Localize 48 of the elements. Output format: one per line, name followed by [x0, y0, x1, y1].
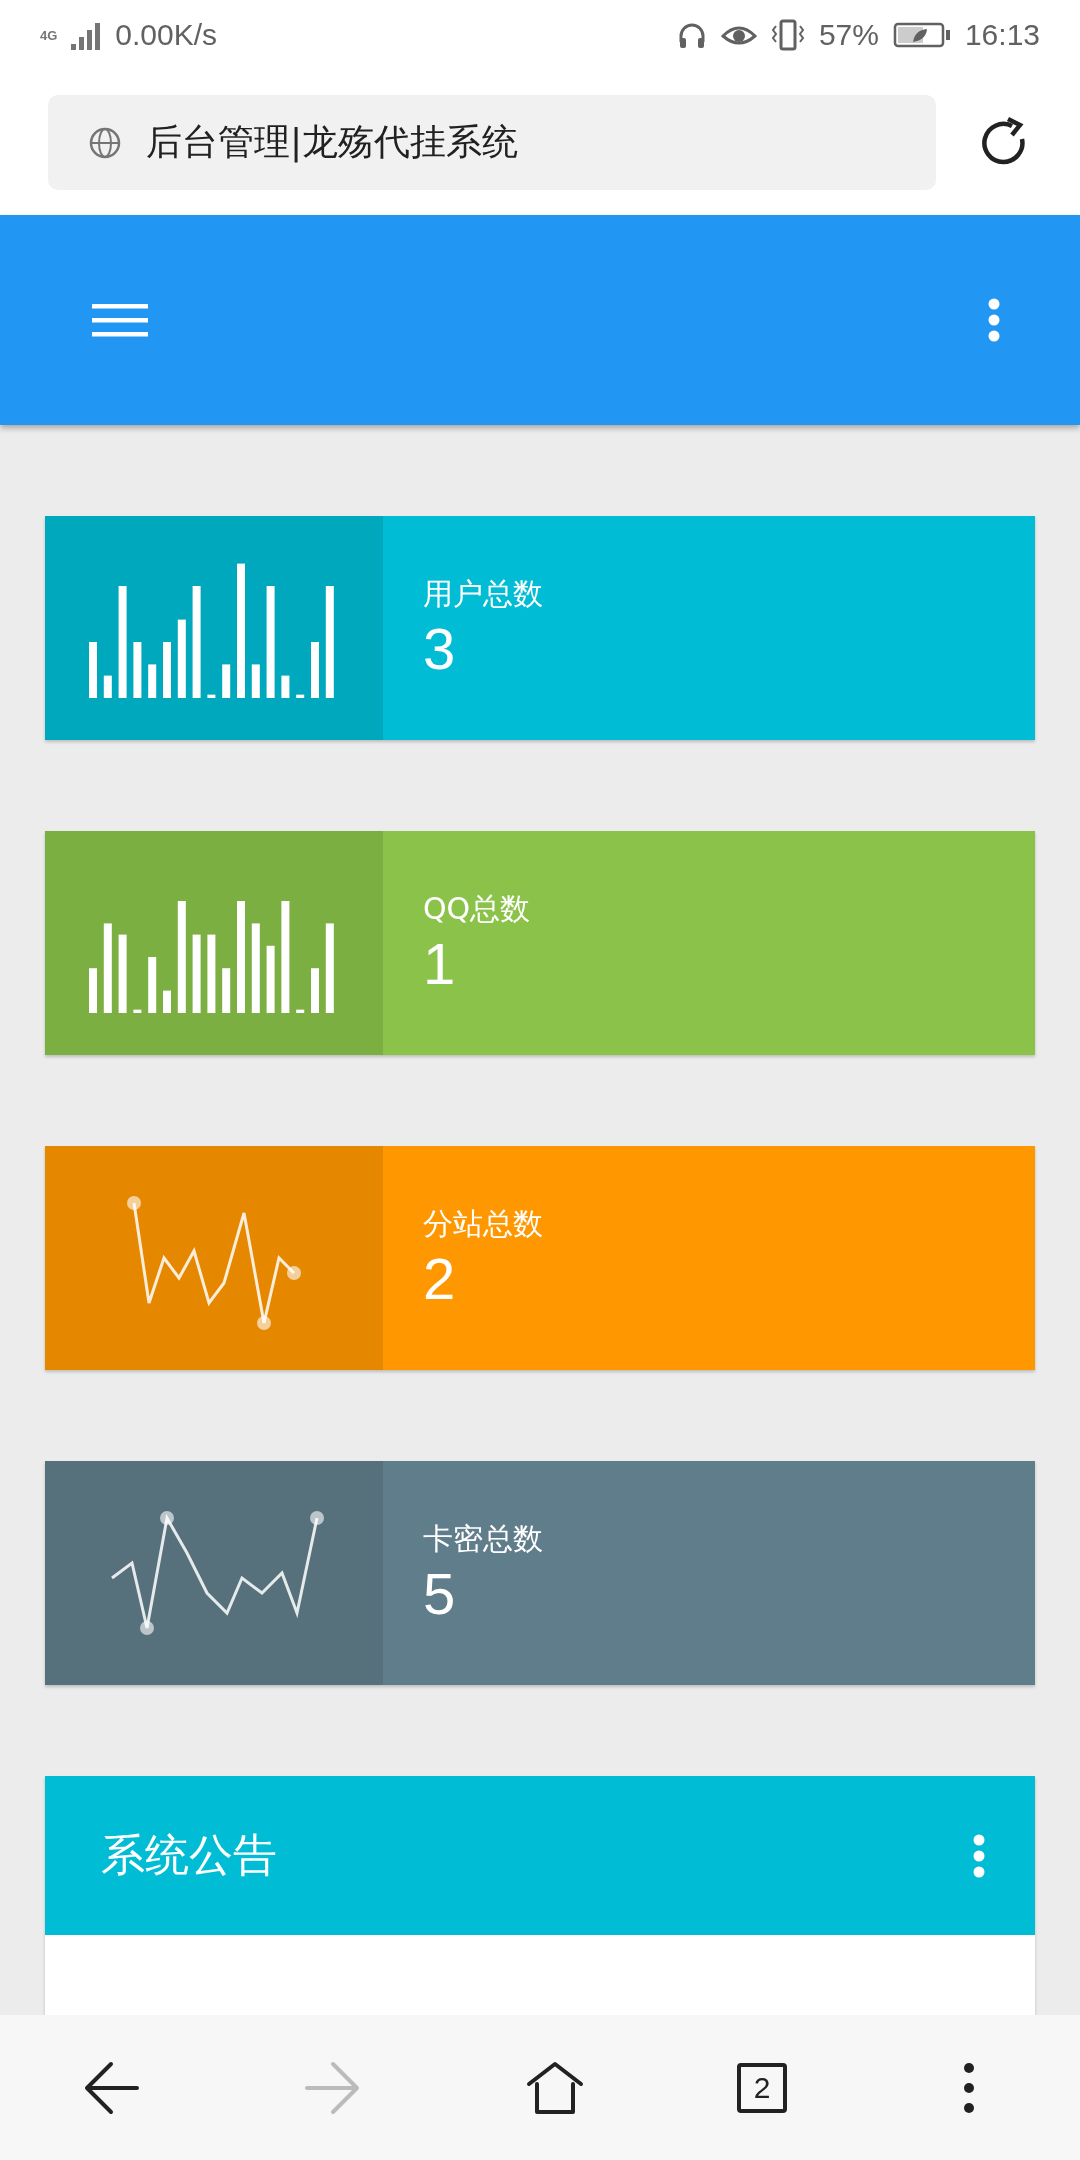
chart-bar — [296, 1009, 305, 1013]
panel-title: 系统公告 — [101, 1828, 277, 1882]
chart-bar — [222, 664, 231, 698]
chart-bar — [133, 1009, 142, 1013]
chart-bar — [281, 675, 290, 698]
vibrate-icon — [770, 18, 805, 52]
page-title: 后台管理|龙殇代挂系统 — [146, 120, 519, 165]
clock: 16:13 — [964, 18, 1040, 52]
network-type: 4G — [40, 27, 58, 43]
chart-bar — [148, 664, 157, 698]
stat-label: 卡密总数 — [423, 1520, 544, 1558]
chart-point — [287, 1266, 301, 1280]
battery-percent: 57% — [818, 18, 879, 52]
network-speed: 0.00K/s — [115, 18, 218, 52]
globe-icon — [88, 125, 122, 160]
chart-point — [257, 1316, 271, 1330]
chart-bar — [251, 664, 260, 698]
stat-value: 1 — [423, 930, 457, 997]
chart-point — [309, 1511, 324, 1525]
stat-label: 用户总数 — [423, 575, 544, 613]
chart-bar — [207, 694, 216, 698]
signal-icon — [71, 20, 102, 50]
chart-bar — [148, 957, 157, 1013]
stat-value: 5 — [423, 1560, 457, 1627]
chart-bar — [311, 968, 319, 1013]
chart-point — [127, 1196, 141, 1210]
chart-bar — [163, 990, 171, 1013]
chart-point — [139, 1621, 154, 1635]
address-field[interactable]: 后台管理|龙殇代挂系统 — [48, 95, 936, 190]
battery-icon — [892, 20, 951, 50]
stat-value: 2 — [423, 1245, 457, 1312]
menu-icon[interactable] — [92, 303, 148, 337]
chart-bar — [266, 945, 275, 1013]
chart-bar — [311, 642, 319, 698]
chart-point — [159, 1511, 174, 1525]
stat-label: QQ总数 — [423, 890, 532, 928]
stat-value: 3 — [423, 615, 457, 682]
more-icon — [963, 2061, 975, 2114]
more-icon[interactable] — [988, 298, 1000, 342]
chart-bar — [163, 642, 171, 698]
chart-bar — [103, 675, 112, 698]
chart-bar — [296, 694, 305, 698]
chart-bar — [133, 642, 142, 698]
chart-bar — [89, 968, 97, 1013]
chart-bar — [89, 642, 97, 698]
stat-label: 分站总数 — [423, 1205, 544, 1243]
chart-bar — [222, 968, 231, 1013]
tabs-button[interactable]: 2 — [737, 2062, 787, 2113]
